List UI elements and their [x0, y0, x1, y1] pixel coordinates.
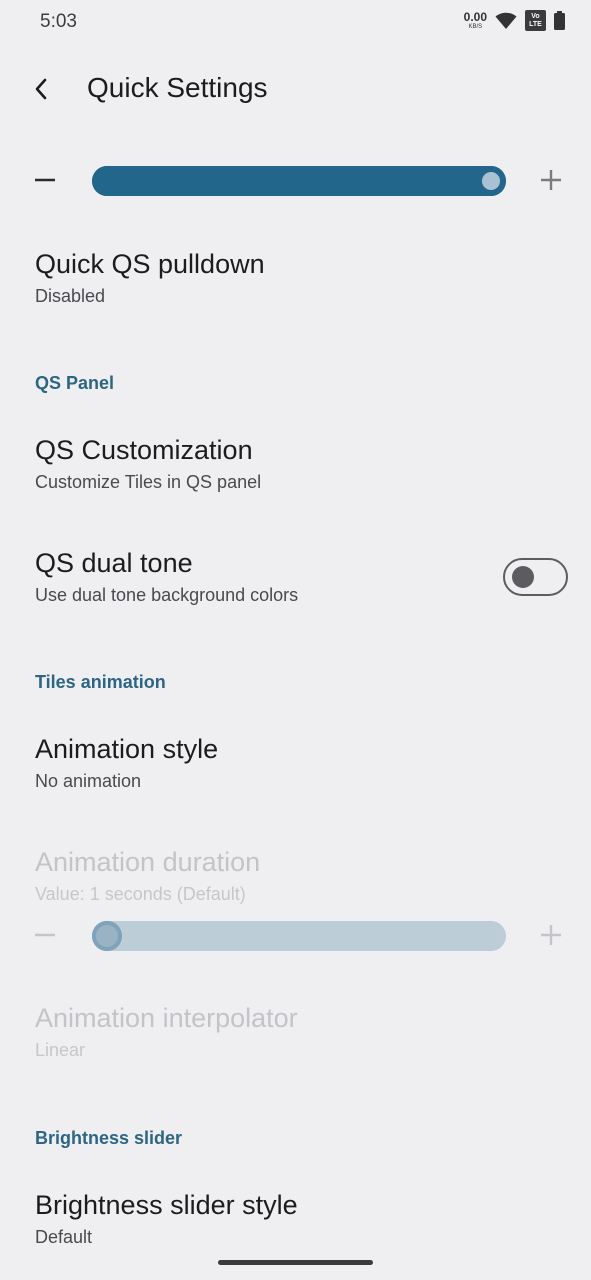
item-title: Brightness slider style — [35, 1190, 298, 1220]
minus-icon — [35, 178, 55, 182]
volte-icon: Vo LTE — [525, 10, 546, 31]
item-title: Quick QS pulldown — [35, 249, 265, 279]
status-time: 5:03 — [40, 11, 77, 32]
minus-icon — [35, 933, 55, 937]
slider-track — [92, 921, 506, 951]
slider-fill — [92, 166, 506, 196]
battery-icon — [554, 11, 565, 30]
item-summary: Disabled — [35, 286, 106, 306]
quick-qs-pulldown-item[interactable]: Quick QS pulldown Disabled — [35, 249, 567, 307]
item-summary: No animation — [35, 771, 142, 791]
navigation-handle[interactable] — [218, 1260, 373, 1265]
animation-duration-slider — [0, 916, 591, 956]
section-header-qs-panel: QS Panel — [35, 373, 115, 393]
item-title: Animation interpolator — [35, 1003, 298, 1033]
switch-knob — [512, 566, 534, 588]
slider-thumb[interactable] — [482, 172, 500, 190]
back-button[interactable] — [24, 72, 58, 106]
network-speed-value: 0.00 — [463, 10, 487, 24]
slider-increase-button — [540, 924, 562, 946]
item-summary: Linear — [35, 1040, 86, 1060]
animation-interpolator-item: Animation interpolator Linear — [35, 1003, 567, 1061]
section-header-brightness-slider: Brightness slider — [35, 1128, 183, 1148]
item-title: QS dual tone — [35, 548, 193, 578]
slider-thumb — [92, 921, 122, 951]
slider-increase-button[interactable] — [540, 169, 562, 191]
qs-columns-slider[interactable] — [0, 161, 591, 201]
animation-duration-item: Animation duration Value: 1 seconds (Def… — [35, 847, 567, 905]
plus-icon — [541, 170, 561, 190]
screen: 5:03 0.00 KB/S Vo LTE Quick Settings Qui… — [0, 0, 591, 1280]
item-summary: Value: 1 seconds (Default) — [35, 884, 246, 904]
network-speed-unit: KB/S — [468, 24, 483, 30]
status-icons: 0.00 KB/S Vo LTE — [464, 10, 565, 31]
plus-icon — [541, 925, 561, 945]
item-title: QS Customization — [35, 435, 253, 465]
section-header-tiles-animation: Tiles animation — [35, 672, 166, 692]
network-speed: 0.00 KB/S — [464, 11, 487, 30]
item-summary: Customize Tiles in QS panel — [35, 472, 262, 492]
chevron-left-icon — [35, 78, 47, 100]
brightness-slider-style-item[interactable]: Brightness slider style Default — [35, 1190, 567, 1248]
slider-track[interactable] — [92, 166, 506, 196]
item-title: Animation duration — [35, 847, 261, 877]
item-summary: Default — [35, 1227, 93, 1247]
item-title: Animation style — [35, 734, 219, 764]
slider-decrease-button[interactable] — [34, 169, 56, 191]
animation-style-item[interactable]: Animation style No animation — [35, 734, 567, 792]
qs-dual-tone-switch[interactable] — [503, 558, 568, 596]
wifi-icon — [495, 12, 517, 29]
item-summary: Use dual tone background colors — [35, 585, 299, 605]
page-title: Quick Settings — [87, 72, 268, 103]
qs-customization-item[interactable]: QS Customization Customize Tiles in QS p… — [35, 435, 567, 493]
qs-dual-tone-item[interactable]: QS dual tone Use dual tone background co… — [35, 548, 491, 606]
slider-decrease-button — [34, 924, 56, 946]
